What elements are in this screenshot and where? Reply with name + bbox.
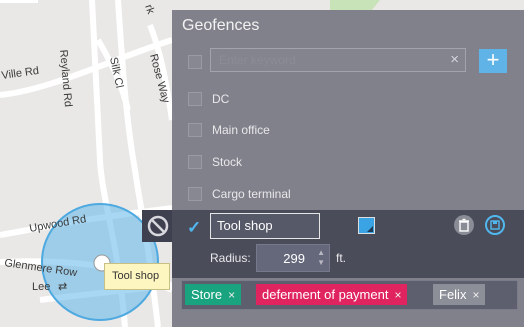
tag-label: deferment of payment [262,287,389,302]
ban-icon[interactable] [142,210,174,242]
geofence-checkbox[interactable] [188,92,202,106]
tag-label: Store [191,287,223,302]
checkmark-icon[interactable]: ✓ [187,219,204,236]
save-icon[interactable] [485,215,505,235]
road-label: Lee [32,281,50,293]
remove-tag-icon[interactable]: × [394,288,401,302]
radius-unit: ft. [336,251,347,265]
radius-stepper[interactable]: 299 ▲ ▼ [256,244,330,272]
spinner-icon[interactable]: ▲ ▼ [317,248,325,268]
tags-field[interactable]: Store × deferment of payment × Felix × [181,280,518,310]
park-area [330,0,380,10]
panel-title: Geofences [182,17,260,34]
trash-icon[interactable] [454,215,474,235]
geofence-item-label[interactable]: DC [212,92,229,106]
geofence-checkbox[interactable] [188,187,202,201]
tag-label: Felix [439,287,467,302]
geofence-item-label[interactable]: Stock [212,155,242,169]
add-geofence-button[interactable]: + [479,49,507,73]
radius-label: Radius: [210,251,251,265]
geofences-panel: Geofences Enter keyword × + DC Main offi… [172,10,524,327]
geofence-edit-row: ✓ Tool shop Radius: 299 ▲ ▼ ft. [172,210,524,278]
marker-tooltip: Tool shop [104,263,170,290]
color-picker[interactable] [358,217,375,234]
geofence-checkbox[interactable] [188,155,202,169]
search-input[interactable]: Enter keyword × [210,48,466,72]
geofence-item-label[interactable]: Cargo terminal [212,187,291,201]
tag-chip[interactable]: Store × [185,284,242,305]
geofence-checkbox[interactable] [188,123,202,137]
remove-tag-icon[interactable]: × [472,288,479,302]
geofence-item-label[interactable]: Main office [212,123,270,137]
geofence-name-input[interactable]: Tool shop [210,213,320,239]
tag-chip[interactable]: Felix × [433,284,486,305]
plus-icon: + [486,47,500,72]
select-all-checkbox[interactable] [188,55,202,69]
rail-icon: ⇄ [58,281,67,293]
tag-chip[interactable]: deferment of payment × [256,284,408,305]
radius-value: 299 [283,251,305,266]
remove-tag-icon[interactable]: × [228,288,235,302]
clear-icon[interactable]: × [450,51,459,68]
search-placeholder: Enter keyword [219,53,296,67]
